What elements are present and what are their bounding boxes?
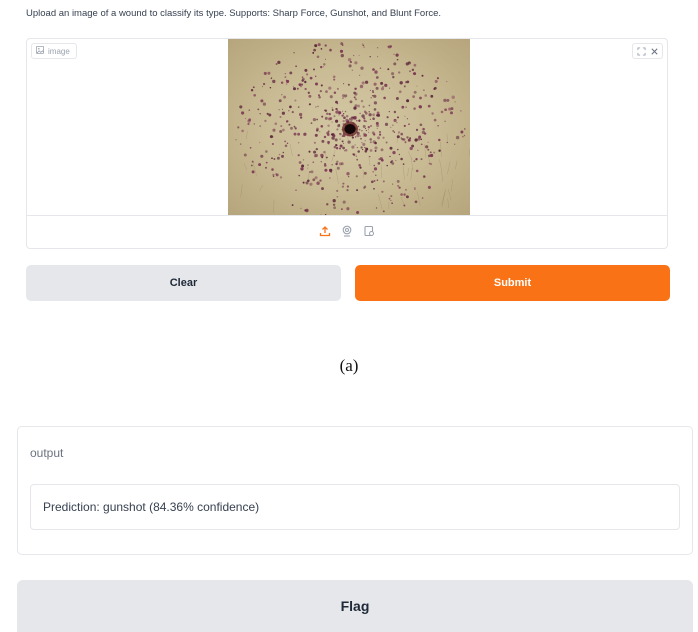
webcam-icon[interactable] xyxy=(340,224,354,238)
clipboard-icon[interactable] xyxy=(362,224,376,238)
source-divider xyxy=(27,215,667,216)
image-input-label: image xyxy=(48,46,70,56)
app-description: Upload an image of a wound to classify i… xyxy=(26,8,442,19)
image-icon xyxy=(36,46,44,56)
output-panel: output Prediction: gunshot (84.36% confi… xyxy=(17,426,693,555)
output-label: output xyxy=(30,446,64,460)
image-panel-controls xyxy=(632,43,663,59)
image-input-panel[interactable]: image xyxy=(26,38,668,249)
prediction-textbox[interactable]: Prediction: gunshot (84.36% confidence) xyxy=(30,484,680,530)
uploaded-wound-image xyxy=(228,39,470,215)
figure-caption-a: (a) xyxy=(339,356,359,375)
image-input-label-tag: image xyxy=(31,43,77,59)
close-icon[interactable] xyxy=(649,46,659,56)
image-source-selector xyxy=(27,223,667,239)
clear-button[interactable]: Clear xyxy=(26,265,341,301)
prediction-text: Prediction: gunshot (84.36% confidence) xyxy=(43,500,260,514)
fullscreen-icon[interactable] xyxy=(636,46,646,56)
upload-icon[interactable] xyxy=(318,224,332,238)
submit-button[interactable]: Submit xyxy=(355,265,670,301)
flag-button-label: Flag xyxy=(340,598,370,614)
flag-button[interactable]: Flag xyxy=(17,580,693,632)
